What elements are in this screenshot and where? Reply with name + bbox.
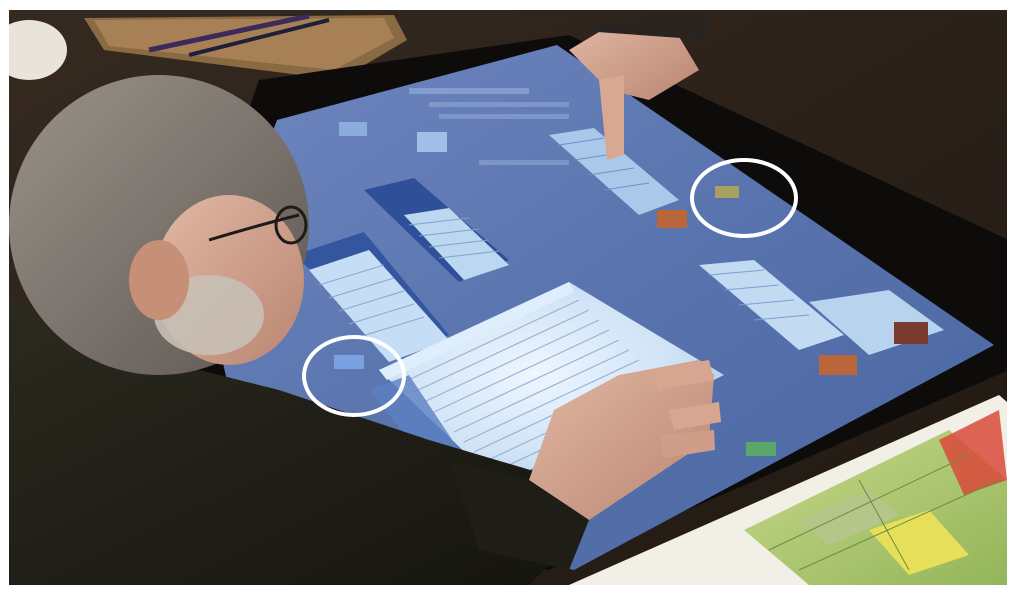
tabletop-photo: [9, 10, 1007, 585]
small-button: [334, 355, 364, 369]
ui-button: [339, 122, 367, 136]
ear: [129, 240, 189, 320]
ui-text-line: [479, 160, 569, 165]
ui-button: [417, 132, 447, 152]
small-button: [715, 186, 739, 198]
ui-text-line: [429, 102, 569, 107]
orange-button: [819, 355, 857, 375]
ui-text-line: [409, 88, 529, 94]
dark-red-tile: [894, 322, 928, 344]
orange-button: [657, 210, 687, 228]
photo-frame: [0, 0, 1017, 597]
photo-scene: [9, 10, 1007, 585]
green-button: [746, 442, 776, 456]
man-head: [9, 75, 309, 375]
ui-text-line: [439, 114, 569, 119]
